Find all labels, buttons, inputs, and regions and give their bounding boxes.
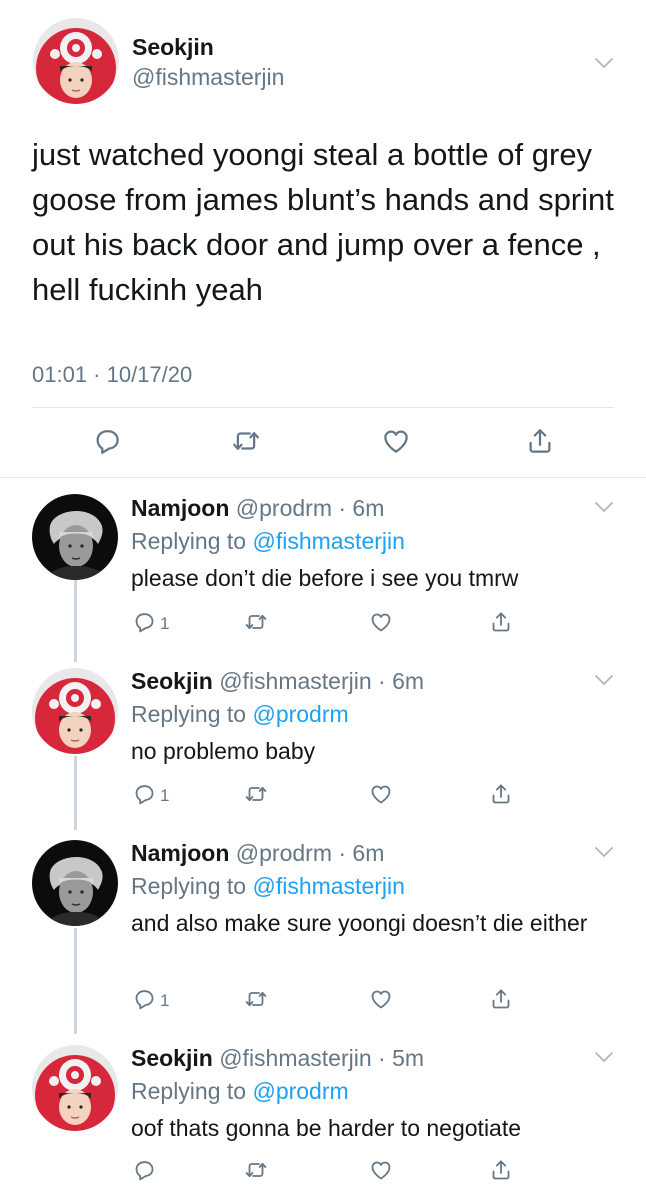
reply-icon[interactable] xyxy=(132,610,156,634)
reply-text: please don’t die before i see you tmrw xyxy=(131,565,519,591)
reply-author-handle[interactable]: @fishmasterjin xyxy=(219,668,371,694)
reply-author-name[interactable]: Seokjin xyxy=(131,1045,213,1071)
chevron-down-icon[interactable] xyxy=(594,1050,614,1064)
heart-icon[interactable] xyxy=(369,782,393,806)
replying-to: Replying to @prodrm xyxy=(131,1078,349,1105)
reply-header: Namjoon @prodrm · 6m xyxy=(131,495,384,522)
reply-header: Seokjin @fishmasterjin · 6m xyxy=(131,668,424,695)
reply-time: · 6m xyxy=(338,840,385,866)
reply-text: no problemo baby xyxy=(131,738,316,764)
divider xyxy=(32,407,614,408)
avatar-namjoon[interactable] xyxy=(32,494,118,580)
chevron-down-icon[interactable] xyxy=(594,845,614,859)
heart-icon[interactable] xyxy=(369,1158,393,1182)
replying-to-link[interactable]: @prodrm xyxy=(252,701,348,727)
replying-to-label: Replying to xyxy=(131,528,247,554)
retweet-icon[interactable] xyxy=(244,987,268,1011)
heart-icon[interactable] xyxy=(369,610,393,634)
share-icon[interactable] xyxy=(489,987,513,1011)
thread-line xyxy=(74,580,77,662)
reply-author-handle[interactable]: @prodrm xyxy=(236,495,332,521)
retweet-icon[interactable] xyxy=(244,1158,268,1182)
reply-icon[interactable] xyxy=(132,987,156,1011)
replying-to-label: Replying to xyxy=(131,1078,247,1104)
reply-icon[interactable] xyxy=(132,782,156,806)
tweet-timestamp[interactable]: 01:01 · 10/17/20 xyxy=(32,362,192,388)
reply-icon[interactable] xyxy=(132,1158,156,1182)
retweet-icon[interactable] xyxy=(231,426,261,456)
reply-time: · 6m xyxy=(338,495,385,521)
reply-time: · 5m xyxy=(378,1045,425,1071)
chevron-down-icon[interactable] xyxy=(594,56,614,70)
reply-text: oof thats gonna be harder to negotiate xyxy=(131,1115,522,1141)
reply-header: Namjoon @prodrm · 6m xyxy=(131,840,384,867)
reply-count: 1 xyxy=(160,786,170,805)
divider xyxy=(0,477,646,478)
reply-author-name[interactable]: Namjoon xyxy=(131,495,229,521)
reply-count: 1 xyxy=(160,991,170,1010)
retweet-icon[interactable] xyxy=(244,782,268,806)
avatar-seokjin[interactable] xyxy=(33,18,119,104)
heart-icon[interactable] xyxy=(381,426,411,456)
retweet-icon[interactable] xyxy=(244,610,268,634)
author-handle[interactable]: @fishmasterjin xyxy=(132,64,284,91)
reply-author-handle[interactable]: @prodrm xyxy=(236,840,332,866)
share-icon[interactable] xyxy=(525,426,555,456)
thread-line xyxy=(74,928,77,1034)
replying-to: Replying to @fishmasterjin xyxy=(131,528,405,555)
share-icon[interactable] xyxy=(489,1158,513,1182)
replying-to-link[interactable]: @fishmasterjin xyxy=(252,873,404,899)
replying-to-link[interactable]: @fishmasterjin xyxy=(252,528,404,554)
replying-to-link[interactable]: @prodrm xyxy=(252,1078,348,1104)
share-icon[interactable] xyxy=(489,782,513,806)
replying-to: Replying to @fishmasterjin xyxy=(131,873,405,900)
chevron-down-icon[interactable] xyxy=(594,500,614,514)
avatar-seokjin[interactable] xyxy=(32,1045,118,1131)
thread-line xyxy=(74,756,77,830)
heart-icon[interactable] xyxy=(369,987,393,1011)
reply-time: · 6m xyxy=(378,668,425,694)
chevron-down-icon[interactable] xyxy=(594,673,614,687)
reply-author-name[interactable]: Seokjin xyxy=(131,668,213,694)
reply-author-handle[interactable]: @fishmasterjin xyxy=(219,1045,371,1071)
reply-header: Seokjin @fishmasterjin · 5m xyxy=(131,1045,424,1072)
author-name[interactable]: Seokjin xyxy=(132,34,214,61)
replying-to-label: Replying to xyxy=(131,701,247,727)
reply-count: 1 xyxy=(160,614,170,633)
replying-to: Replying to @prodrm xyxy=(131,701,349,728)
tweet-text: just watched yoongi steal a bottle of gr… xyxy=(32,137,614,307)
replying-to-label: Replying to xyxy=(131,873,247,899)
reply-text: and also make sure yoongi doesn’t die ei… xyxy=(131,910,588,936)
avatar-seokjin[interactable] xyxy=(32,668,118,754)
reply-icon[interactable] xyxy=(92,426,122,456)
reply-author-name[interactable]: Namjoon xyxy=(131,840,229,866)
avatar-namjoon[interactable] xyxy=(32,840,118,926)
share-icon[interactable] xyxy=(489,610,513,634)
